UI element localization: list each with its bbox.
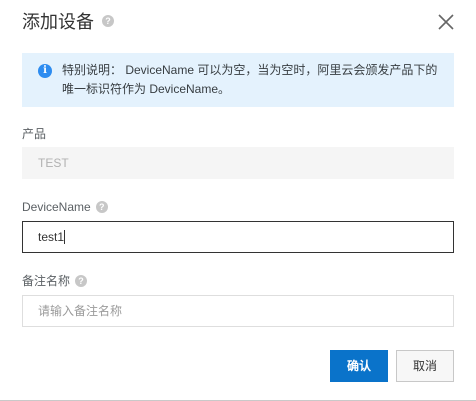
add-device-dialog: 添加设备? i 特别说明： DeviceName 可以为空，当为空时，阿里云会颁… — [0, 0, 476, 401]
title-help-icon[interactable]: ? — [102, 15, 114, 28]
close-button[interactable] — [436, 12, 456, 32]
notice-box: i 特别说明： DeviceName 可以为空，当为空时，阿里云会颁发产品下的唯… — [22, 53, 454, 107]
close-icon — [438, 14, 454, 30]
dialog-header: 添加设备? — [0, 0, 476, 46]
product-value: TEST — [38, 156, 69, 170]
text-cursor — [64, 229, 66, 244]
device-name-label: DeviceName? — [22, 199, 108, 215]
notice-text: 特别说明： DeviceName 可以为空，当为空时，阿里云会颁发产品下的唯一标… — [62, 63, 438, 96]
device-name-value: test1 — [38, 230, 65, 244]
device-name-input[interactable]: test1 — [22, 221, 454, 253]
product-field: TEST — [22, 147, 454, 179]
confirm-button[interactable]: 确认 — [330, 350, 388, 382]
remark-input[interactable]: 请输入备注名称 — [22, 295, 454, 327]
dialog-title: 添加设备? — [22, 10, 114, 34]
remark-help-icon[interactable]: ? — [75, 274, 88, 287]
device-name-help-icon[interactable]: ? — [95, 200, 108, 213]
remark-label: 备注名称? — [22, 273, 88, 289]
product-label: 产品 — [22, 127, 47, 141]
info-icon: i — [38, 64, 52, 78]
dialog-title-text: 添加设备 — [22, 12, 94, 32]
cancel-button[interactable]: 取消 — [396, 350, 454, 382]
remark-placeholder: 请输入备注名称 — [38, 304, 123, 318]
